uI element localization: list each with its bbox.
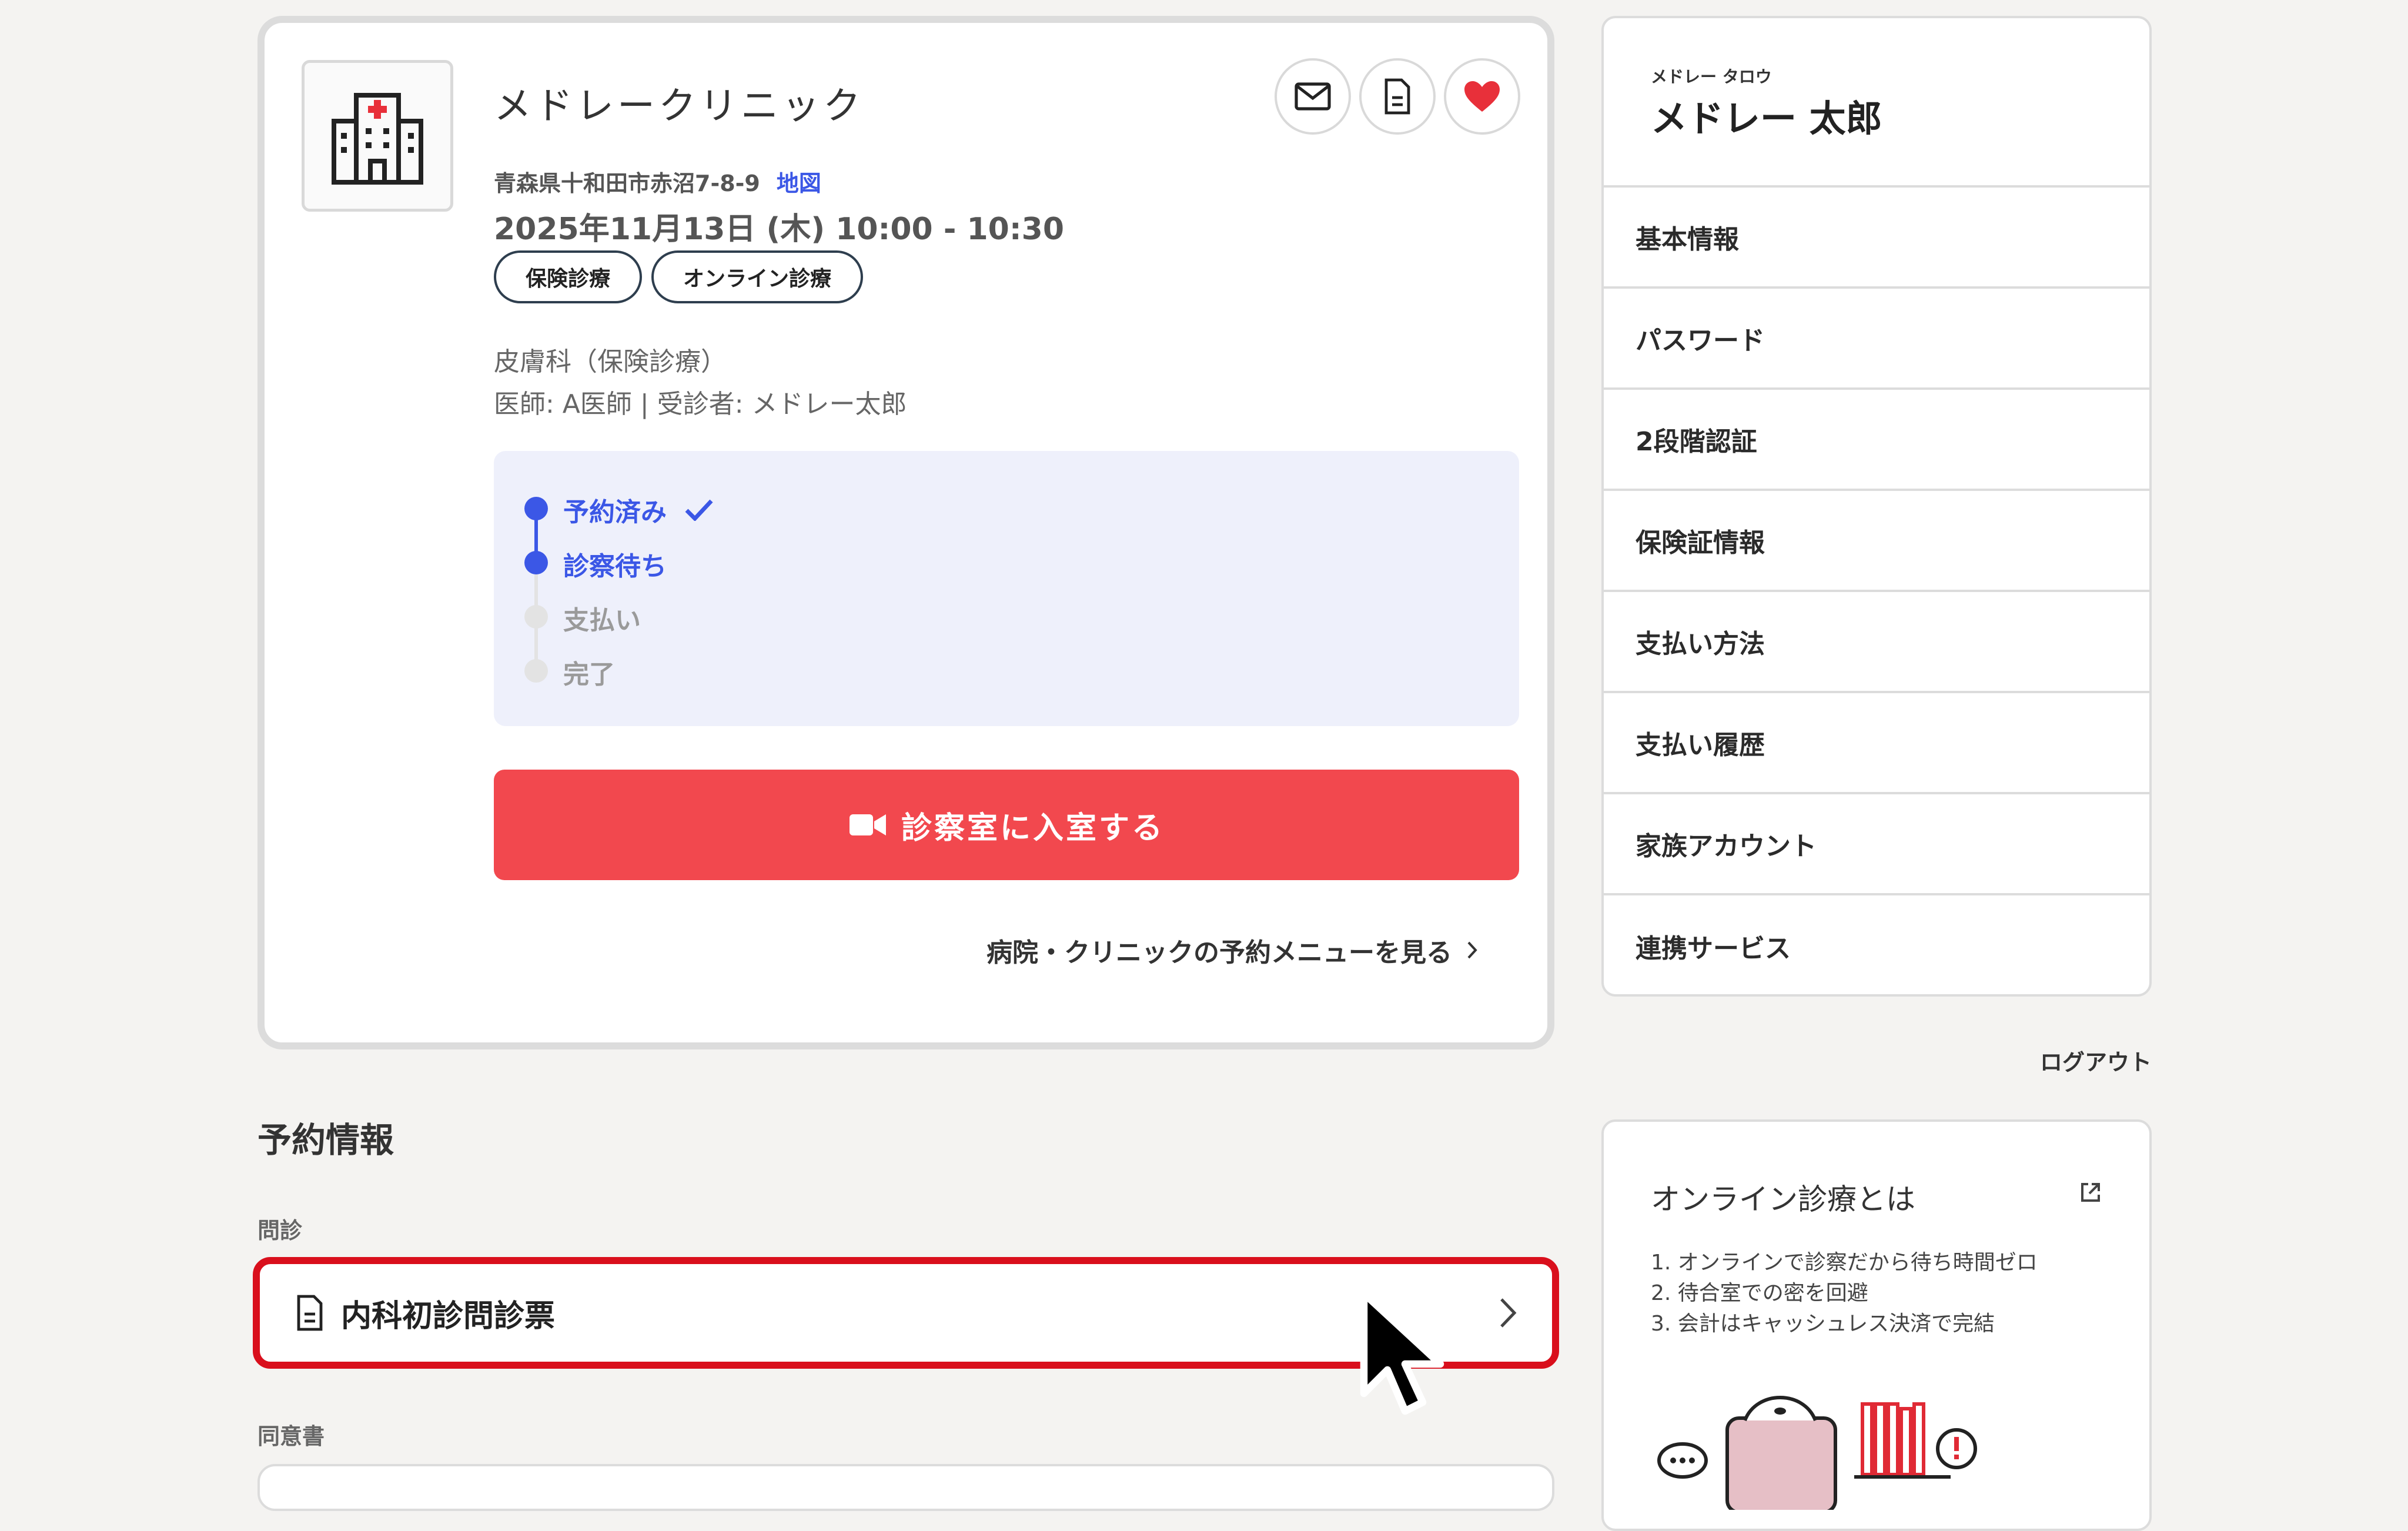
tag-insurance: 保険診療 — [494, 250, 643, 303]
illustration — [1657, 1396, 1977, 1510]
doctor-patient-line: 医師: A医師 | 受診者: メドレー太郎 — [494, 389, 907, 419]
document-button[interactable] — [1359, 58, 1436, 135]
info-point: 3. 会計はキャッシュレス決済で完結 — [1651, 1312, 1995, 1336]
clinic-logo — [302, 60, 453, 212]
join-button-label: 診察室に入室する — [901, 810, 1165, 846]
user-name: メドレー 太郎 — [1651, 97, 1882, 140]
appointment-tags: 保険診療 オンライン診療 — [494, 250, 864, 303]
sidebar-item-insurance-card[interactable]: 保険証情報 — [1604, 491, 2149, 592]
appointment-datetime: 2025年11月13日 (木) 10:00 - 10:30 — [494, 212, 1065, 247]
menu-link-label: 病院・クリニックの予約メニューを見る — [986, 938, 1452, 968]
info-card-points: 1. オンラインで診察だから待ち時間ゼロ 2. 待合室での密を回避 3. 会計は… — [1651, 1248, 2038, 1339]
reservation-info-title: 予約情報 — [257, 1120, 394, 1160]
step-reserved-label: 予約済み — [563, 497, 667, 527]
questionnaire-title: 内科初診問診票 — [341, 1298, 556, 1334]
info-point: 1. オンラインで診察だから待ち時間ゼロ — [1651, 1251, 2038, 1275]
account-sidebar: メドレー タロウ メドレー 太郎 基本情報 パスワード 2段階認証 保険証情報 … — [1601, 16, 2152, 997]
sidebar-item-two-factor[interactable]: 2段階認証 — [1604, 390, 2149, 491]
step-payment: 支払い — [563, 606, 641, 636]
mouse-cursor-icon — [1360, 1289, 1444, 1415]
clinic-address: 青森県十和田市赤沼7-8-9 — [494, 171, 760, 196]
consent-item[interactable] — [257, 1464, 1554, 1511]
clinic-name: メドレークリニック — [494, 85, 864, 128]
reservation-menu-link[interactable]: 病院・クリニックの予約メニューを見る — [986, 931, 1478, 969]
chevron-right-icon — [1467, 941, 1477, 959]
check-icon — [685, 499, 713, 521]
questionnaire-label: 問診 — [257, 1218, 303, 1243]
sidebar-item-password[interactable]: パスワード — [1604, 289, 2149, 390]
logout-link[interactable]: ログアウト — [2040, 1044, 2152, 1077]
appointment-card: メドレークリニック 青森県十和田市赤沼7-8-9 地図 2025年11月13日 … — [257, 16, 1554, 1049]
consent-label: 同意書 — [257, 1423, 325, 1449]
department: 皮膚科（保険診療） — [494, 347, 727, 377]
hospital-icon — [332, 93, 423, 185]
map-link[interactable]: 地図 — [777, 165, 821, 198]
sidebar-item-family-account[interactable]: 家族アカウント — [1604, 794, 2149, 895]
join-exam-room-button[interactable]: 診察室に入室する — [494, 770, 1519, 880]
sidebar-item-payment-method[interactable]: 支払い方法 — [1604, 592, 2149, 693]
favorite-button[interactable] — [1444, 58, 1520, 135]
message-button[interactable] — [1275, 58, 1351, 135]
step-dot-payment — [524, 605, 548, 629]
sidebar-item-payment-history[interactable]: 支払い履歴 — [1604, 693, 2149, 794]
tag-online: オンライン診療 — [651, 250, 864, 303]
mail-icon — [1295, 82, 1331, 111]
sidebar-item-basic-info[interactable]: 基本情報 — [1604, 188, 2149, 289]
user-header: メドレー タロウ メドレー 太郎 — [1604, 18, 2149, 188]
status-progress: 予約済み 診察待ち 支払い 完了 — [494, 451, 1519, 726]
document-icon — [297, 1295, 323, 1331]
info-card-title: オンライン診療とは — [1651, 1182, 1915, 1216]
sidebar-item-linked-services[interactable]: 連携サービス — [1604, 895, 2149, 994]
info-point: 2. 待合室での密を回避 — [1651, 1281, 1868, 1305]
video-camera-icon — [849, 814, 886, 835]
clinic-address-row: 青森県十和田市赤沼7-8-9 地図 — [494, 165, 821, 198]
step-dot-reserved — [524, 497, 548, 520]
step-waiting: 診察待ち — [563, 551, 667, 581]
heart-icon — [1464, 81, 1500, 112]
document-icon — [1384, 78, 1410, 115]
external-link-icon — [2081, 1183, 2100, 1202]
step-dot-complete — [524, 659, 548, 683]
step-complete: 完了 — [563, 660, 615, 690]
online-consultation-info-card[interactable]: オンライン診療とは 1. オンラインで診察だから待ち時間ゼロ 2. 待合室での密… — [1601, 1119, 2152, 1531]
user-name-kana: メドレー タロウ — [1651, 67, 1772, 86]
step-reserved: 予約済み — [563, 491, 714, 529]
step-dot-waiting — [524, 551, 548, 574]
chevron-right-icon — [1500, 1298, 1517, 1328]
